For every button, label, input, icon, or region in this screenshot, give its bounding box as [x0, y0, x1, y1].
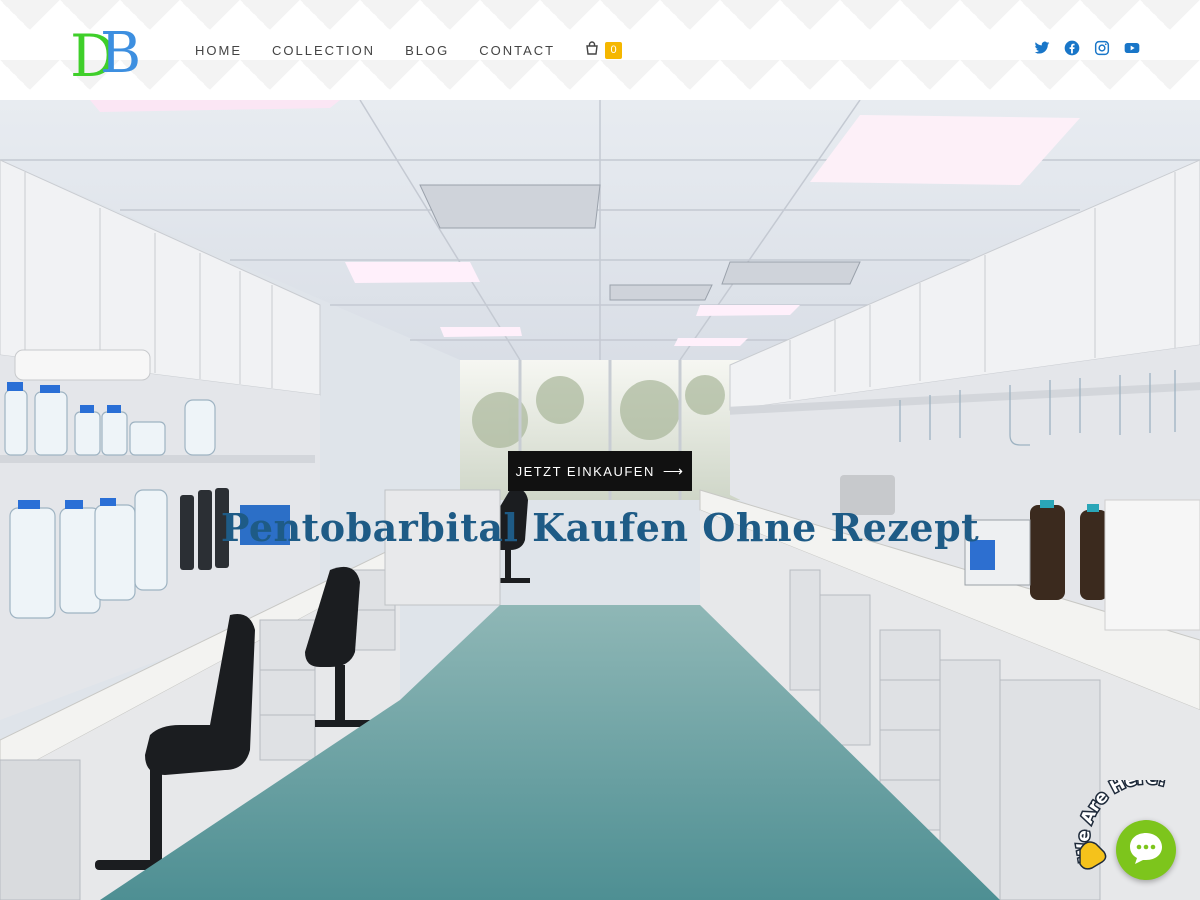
svg-text:B: B — [100, 21, 141, 80]
nav-collection[interactable]: COLLECTION — [272, 43, 375, 58]
waving-hand-icon — [1079, 841, 1107, 870]
chat-bubble-icon — [1126, 828, 1166, 873]
instagram-icon[interactable] — [1094, 40, 1110, 56]
hero-section: JETZT EINKAUFEN ⟶ Pentobarbital Kaufen O… — [0, 100, 1200, 900]
facebook-icon[interactable] — [1064, 40, 1080, 56]
twitter-icon[interactable] — [1034, 40, 1050, 56]
chat-open-button[interactable] — [1116, 820, 1176, 880]
youtube-icon[interactable] — [1124, 40, 1140, 56]
nav-home[interactable]: HOME — [195, 43, 242, 58]
shopping-bag-icon — [585, 40, 599, 60]
social-links — [1034, 40, 1140, 56]
cart-count-badge: 0 — [605, 41, 623, 59]
main-nav: HOME COLLECTION BLOG CONTACT 0 — [195, 0, 623, 100]
arrow-right-icon: ⟶ — [662, 462, 685, 479]
cart-button[interactable]: 0 — [585, 40, 623, 60]
laboratory-background-image — [0, 100, 1200, 900]
nav-blog[interactable]: BLOG — [405, 43, 449, 58]
site-logo[interactable]: D B — [70, 20, 150, 90]
shop-now-label: JETZT EINKAUFEN — [515, 463, 655, 479]
shop-now-button[interactable]: JETZT EINKAUFEN ⟶ — [508, 451, 692, 491]
hero-title: Pentobarbital Kaufen Ohne Rezept — [220, 505, 980, 550]
nav-contact[interactable]: CONTACT — [479, 43, 555, 58]
site-header: D B HOME COLLECTION BLOG CONTACT 0 — [0, 0, 1200, 100]
